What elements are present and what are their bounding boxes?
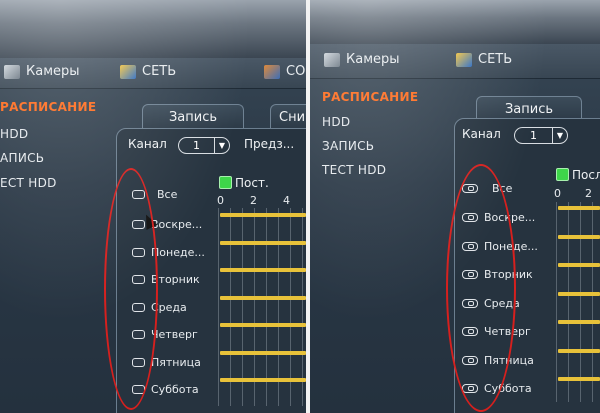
schedule-bar: [558, 291, 600, 296]
menu-label-network: СЕТЬ: [478, 52, 513, 67]
channel-label: Канал: [128, 137, 167, 151]
camera-icon: [324, 52, 340, 67]
channel-select[interactable]: 1 ▼: [178, 137, 230, 154]
day-label: Воскре...: [151, 218, 203, 231]
legend-constant-label: Пост.: [235, 176, 269, 190]
tab-record-label: Запись: [168, 109, 218, 125]
menu-item-cameras[interactable]: Камеры: [324, 52, 400, 67]
menu-item-cut[interactable]: СО: [264, 64, 305, 79]
day-label-all: Все: [157, 188, 178, 201]
channel-value: 1: [193, 139, 200, 152]
day-label: Понеде...: [151, 245, 205, 259]
schedule-bar: [220, 213, 306, 217]
network-icon: [456, 52, 472, 67]
schedule-bar: [558, 206, 600, 210]
top-bar: [0, 0, 306, 58]
network-icon: [120, 64, 136, 79]
schedule-bar: [558, 377, 600, 381]
sidebar-item-schedule[interactable]: РАСПИСАНИЕ: [322, 90, 418, 104]
sidebar-item-hdd-test[interactable]: ТЕСТ HDD: [322, 163, 386, 177]
schedule-bar: [220, 295, 306, 300]
sidebar-item-hdd[interactable]: HDD: [322, 115, 350, 129]
dvr-screen: Камеры СЕТЬ СО РАСПИСАНИЕ HDD АПИСЬ ЕСТ …: [0, 0, 306, 413]
schedule-grid[interactable]: [218, 208, 306, 406]
left-photo: Камеры СЕТЬ СО РАСПИСАНИЕ HDD АПИСЬ ЕСТ …: [0, 0, 306, 413]
sidebar-item-schedule[interactable]: РАСПИСАНИЕ: [0, 100, 96, 114]
preset-label: Предз...: [244, 137, 295, 151]
channel-select[interactable]: 1 ▼: [514, 127, 568, 144]
menu-label-cut: СО: [286, 64, 306, 79]
tick-0: 0: [217, 194, 224, 207]
sidebar-item-record[interactable]: АПИСЬ: [0, 151, 44, 165]
sidebar-item-hdd-test[interactable]: ЕСТ HDD: [0, 176, 57, 190]
sidebar-item-hdd[interactable]: HDD: [0, 127, 28, 141]
menu-label-cameras: Камеры: [346, 52, 400, 67]
schedule-bar: [558, 348, 600, 353]
menu-label-network: СЕТЬ: [142, 64, 177, 79]
annotation-oval: [104, 168, 158, 410]
chevron-down-icon: ▼: [214, 138, 229, 153]
tick-2: 2: [585, 187, 592, 200]
menu-item-network[interactable]: СЕТЬ: [456, 52, 512, 67]
schedule-bar: [558, 320, 600, 324]
menu-label-cameras: Камеры: [26, 64, 80, 79]
tab-snapshot[interactable]: Сни: [270, 104, 306, 129]
schedule-bar: [220, 240, 306, 245]
schedule-bar: [220, 378, 306, 382]
schedule-bar: [220, 268, 306, 272]
channel-value: 1: [530, 129, 537, 142]
right-photo: Камеры СЕТЬ РАСПИСАНИЕ HDD ЗАПИСЬ ТЕСТ H…: [310, 0, 600, 413]
day-label: Пятница: [151, 355, 201, 369]
day-label: Суббота: [151, 383, 199, 396]
schedule-bar: [220, 323, 306, 327]
annotation-oval: [446, 164, 516, 412]
menu-item-cameras[interactable]: Камеры: [4, 64, 80, 79]
top-bar: [310, 0, 600, 44]
tick-4: 4: [283, 194, 290, 207]
main-menu: Камеры СЕТЬ СО: [0, 58, 306, 89]
legend-constant-swatch: [219, 176, 232, 189]
legend-constant-swatch: [556, 168, 569, 181]
settings-icon: [264, 64, 280, 79]
schedule-grid[interactable]: [556, 202, 600, 402]
schedule-bar: [558, 263, 600, 267]
tab-record-label: Запись: [504, 101, 554, 117]
menu-item-network[interactable]: СЕТЬ: [120, 64, 176, 79]
legend-constant-label: Посл: [572, 168, 600, 182]
schedule-bar: [558, 234, 600, 239]
chevron-down-icon: ▼: [552, 128, 567, 143]
tick-0: 0: [554, 187, 561, 200]
tab-snapshot-label: Сни: [279, 109, 306, 125]
tick-2: 2: [250, 194, 257, 207]
channel-label: Канал: [462, 127, 501, 141]
sidebar-item-record[interactable]: ЗАПИСЬ: [322, 139, 374, 153]
dvr-screen: Камеры СЕТЬ РАСПИСАНИЕ HDD ЗАПИСЬ ТЕСТ H…: [310, 0, 600, 413]
main-menu: Камеры СЕТЬ: [310, 44, 600, 79]
schedule-bar: [220, 350, 306, 355]
camera-icon: [4, 64, 20, 79]
day-label: Вторник: [151, 273, 200, 286]
day-label: Четверг: [151, 328, 198, 341]
tab-record[interactable]: Запись: [142, 104, 244, 129]
